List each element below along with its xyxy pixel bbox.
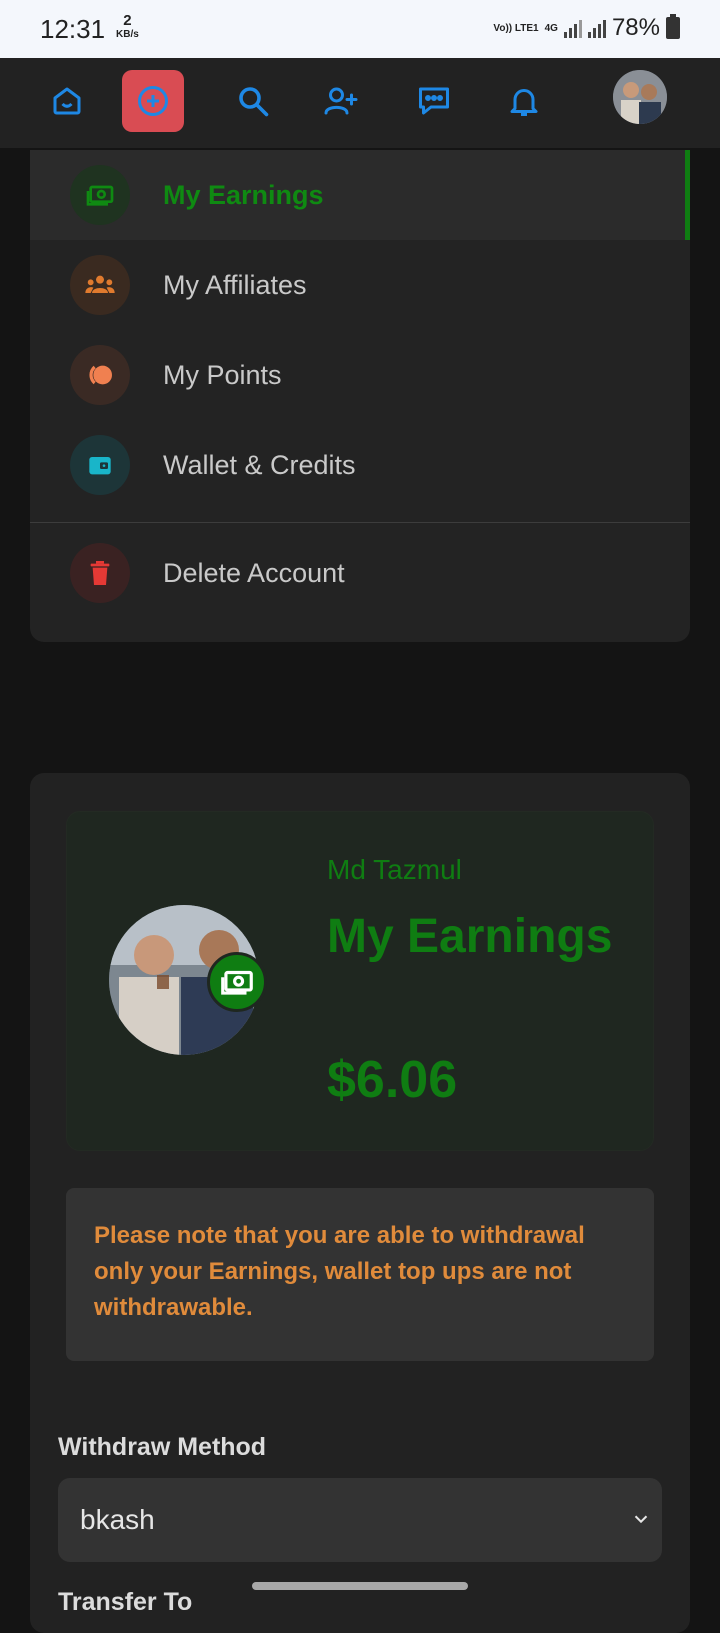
menu-label-delete: Delete Account: [163, 557, 345, 588]
menu-icon-earnings: [70, 165, 130, 225]
earnings-summary-card: Md Tazmul My Earnings $6.06: [66, 811, 654, 1151]
messages-button[interactable]: [403, 70, 465, 132]
chat-icon: [419, 87, 449, 115]
home-icon: [53, 87, 81, 115]
network-type: 4G: [544, 22, 558, 34]
add-circle-icon: [138, 86, 168, 116]
bell-icon: [510, 89, 538, 116]
withdraw-notice: Please note that you are able to withdra…: [66, 1188, 654, 1361]
menu-item-my-points[interactable]: My Points: [30, 330, 690, 420]
menu-label-affiliates: My Affiliates: [163, 269, 307, 300]
money-icon: [221, 970, 253, 995]
account-menu: My Earnings My Affiliates My Points Wall…: [30, 150, 690, 642]
signal-icon: [563, 18, 582, 38]
wallet-icon: [89, 457, 111, 475]
avatar-photo: [613, 70, 667, 124]
menu-icon-delete: [70, 543, 130, 603]
withdraw-method-value: bkash: [80, 1504, 155, 1535]
add-post-button[interactable]: [122, 70, 184, 132]
menu-label-earnings: My Earnings: [163, 179, 324, 210]
avatar[interactable]: [613, 70, 667, 124]
menu-item-wallet-credits[interactable]: Wallet & Credits: [30, 420, 690, 510]
menu-label-wallet: Wallet & Credits: [163, 449, 356, 480]
battery-percent: 78%: [611, 14, 660, 41]
menu-item-my-earnings[interactable]: My Earnings: [30, 150, 690, 240]
menu-item-delete-account[interactable]: Delete Account: [30, 528, 690, 618]
withdraw-notice-text: Please note that you are able to withdra…: [94, 1222, 585, 1321]
battery-icon: [666, 14, 680, 39]
menu-item-my-affiliates[interactable]: My Affiliates: [30, 240, 690, 330]
menu-icon-affiliates: [70, 255, 130, 315]
add-friend-button[interactable]: [310, 70, 372, 132]
money-badge: [207, 952, 267, 1012]
menu-label-points: My Points: [163, 359, 282, 390]
search-icon: [239, 87, 269, 117]
group-icon: [85, 275, 115, 293]
data-rate-value: 2: [123, 12, 132, 29]
status-right: Vo)) LTE1 4G 78%: [493, 14, 680, 42]
transfer-to-label: Transfer To: [58, 1588, 193, 1616]
add-user-icon: [324, 87, 358, 115]
home-button[interactable]: [36, 70, 98, 132]
data-rate: 2 KB/s: [116, 12, 139, 42]
earnings-title: My Earnings: [327, 910, 613, 963]
chevron-down-icon: [634, 1515, 648, 1524]
status-time: 12:31: [40, 14, 106, 44]
withdraw-method-label: Withdraw Method: [58, 1433, 267, 1461]
points-icon: [89, 365, 112, 385]
volte-indicator: Vo)) LTE1: [493, 22, 539, 34]
home-indicator[interactable]: [252, 1582, 468, 1590]
notifications-button[interactable]: [493, 70, 555, 132]
search-button[interactable]: [222, 70, 284, 132]
menu-icon-wallet: [70, 435, 130, 495]
earnings-panel: Md Tazmul My Earnings $6.06 Please note …: [30, 773, 690, 1633]
user-name: Md Tazmul: [327, 854, 462, 885]
menu-divider: [30, 522, 690, 523]
money-icon: [86, 185, 114, 206]
data-rate-unit: KB/s: [116, 29, 139, 40]
signal-icon-2: [587, 18, 606, 38]
top-navigation: [0, 58, 720, 148]
menu-icon-points: [70, 345, 130, 405]
status-bar: 12:31 2 KB/s Vo)) LTE1 4G 78%: [0, 0, 720, 58]
earnings-amount: $6.06: [327, 1051, 458, 1109]
withdraw-method-select[interactable]: bkash: [58, 1478, 662, 1562]
trash-icon: [90, 561, 110, 585]
